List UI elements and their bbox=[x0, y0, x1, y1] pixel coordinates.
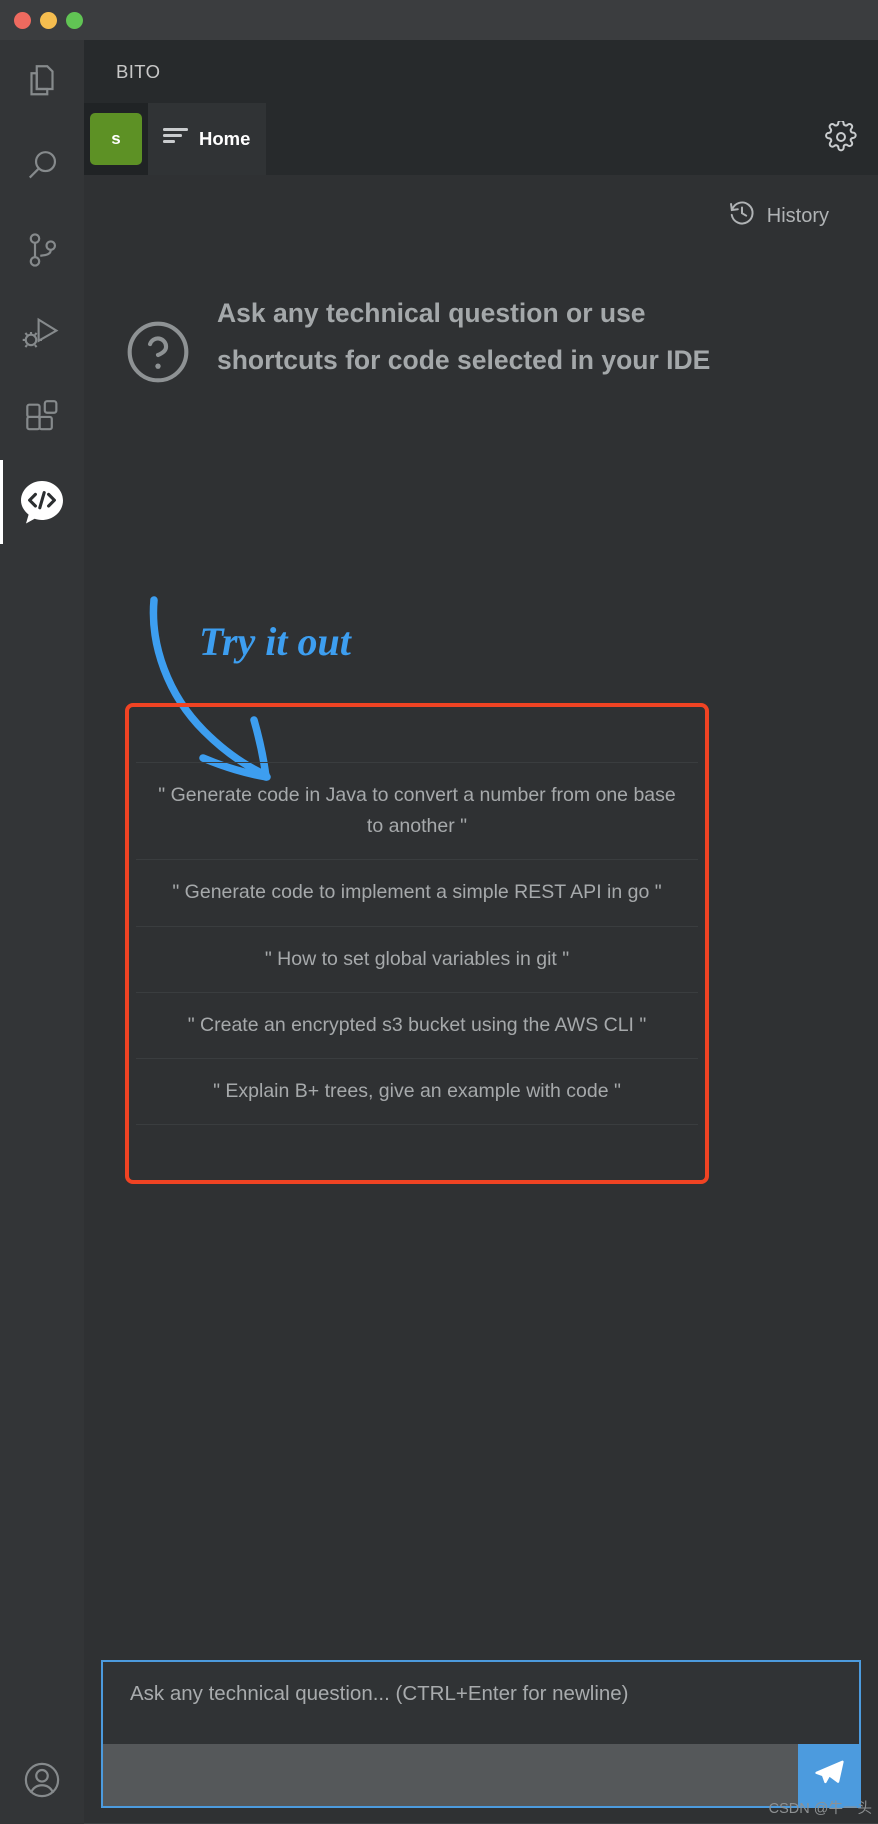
close-window-button[interactable] bbox=[14, 11, 31, 29]
minimize-window-button[interactable] bbox=[40, 11, 57, 29]
source-control-icon bbox=[21, 229, 63, 271]
tab-home-label: Home bbox=[199, 128, 251, 149]
history-clock-icon bbox=[728, 199, 756, 233]
traffic-light-buttons bbox=[14, 11, 83, 29]
sidebar-item-search[interactable] bbox=[0, 124, 84, 208]
history-button[interactable]: History bbox=[728, 199, 829, 233]
sidebar-item-extensions[interactable] bbox=[0, 376, 84, 460]
suggestion-item[interactable]: " Generate code to implement a simple RE… bbox=[136, 859, 698, 927]
panel-content: History Ask any technical question or us… bbox=[84, 175, 878, 1824]
settings-button[interactable] bbox=[804, 103, 878, 175]
list-lines-icon bbox=[163, 127, 188, 151]
hero-block: Ask any technical question or use shortc… bbox=[84, 233, 878, 391]
bito-vscode-window: BITO s Home History Ask any technical qu… bbox=[0, 0, 878, 1824]
search-icon bbox=[21, 145, 63, 187]
avatar[interactable]: s bbox=[90, 113, 142, 165]
bito-code-chat-icon bbox=[17, 477, 67, 527]
sidebar-item-source-control[interactable] bbox=[0, 208, 84, 292]
suggestion-item[interactable]: " Explain B+ trees, give an example with… bbox=[136, 1057, 698, 1126]
avatar-cell[interactable]: s bbox=[84, 103, 148, 175]
hero-text: Ask any technical question or use shortc… bbox=[217, 298, 711, 376]
try-it-out-annotation: Try it out bbox=[199, 619, 353, 664]
suggestion-item[interactable]: " Generate code in Java to convert a num… bbox=[136, 762, 698, 861]
bito-panel: BITO s Home History Ask any technical qu… bbox=[84, 40, 878, 1824]
tab-home[interactable]: Home bbox=[148, 103, 266, 175]
question-mark-circle-icon bbox=[124, 318, 192, 391]
panel-tab-row: s Home bbox=[84, 103, 878, 175]
suggestion-item[interactable]: " Create an encrypted s3 bucket using th… bbox=[136, 991, 698, 1059]
suggestions-top-pad bbox=[129, 711, 705, 763]
suggestions-bottom-pad bbox=[129, 1124, 705, 1176]
history-row: History bbox=[84, 175, 878, 233]
composer: Ask any technical question... (CTRL+Ente… bbox=[101, 1660, 861, 1808]
sidebar-item-explorer[interactable] bbox=[0, 40, 84, 124]
extensions-icon bbox=[21, 397, 63, 439]
activity-bar bbox=[0, 40, 84, 1824]
run-debug-icon bbox=[20, 312, 64, 356]
panel-title: BITO bbox=[84, 40, 878, 103]
suggestion-item[interactable]: " How to set global variables in git " bbox=[136, 925, 698, 993]
history-label: History bbox=[766, 204, 829, 227]
tab-row-spacer bbox=[266, 103, 804, 175]
send-paper-plane-icon bbox=[812, 1756, 846, 1795]
gear-icon bbox=[825, 119, 857, 158]
window-titlebar bbox=[0, 0, 878, 40]
watermark: CSDN @牛一头 bbox=[768, 1801, 872, 1817]
question-input[interactable]: Ask any technical question... (CTRL+Ente… bbox=[103, 1662, 859, 1744]
account-icon bbox=[21, 1759, 63, 1806]
zoom-window-button[interactable] bbox=[66, 11, 83, 29]
sidebar-item-accounts[interactable] bbox=[0, 1740, 84, 1824]
composer-toolbar bbox=[103, 1744, 859, 1806]
files-icon bbox=[21, 61, 63, 103]
sidebar-item-run-and-debug[interactable] bbox=[0, 292, 84, 376]
suggestions-box: " Generate code in Java to convert a num… bbox=[125, 703, 709, 1185]
sidebar-item-bito[interactable] bbox=[0, 460, 84, 544]
